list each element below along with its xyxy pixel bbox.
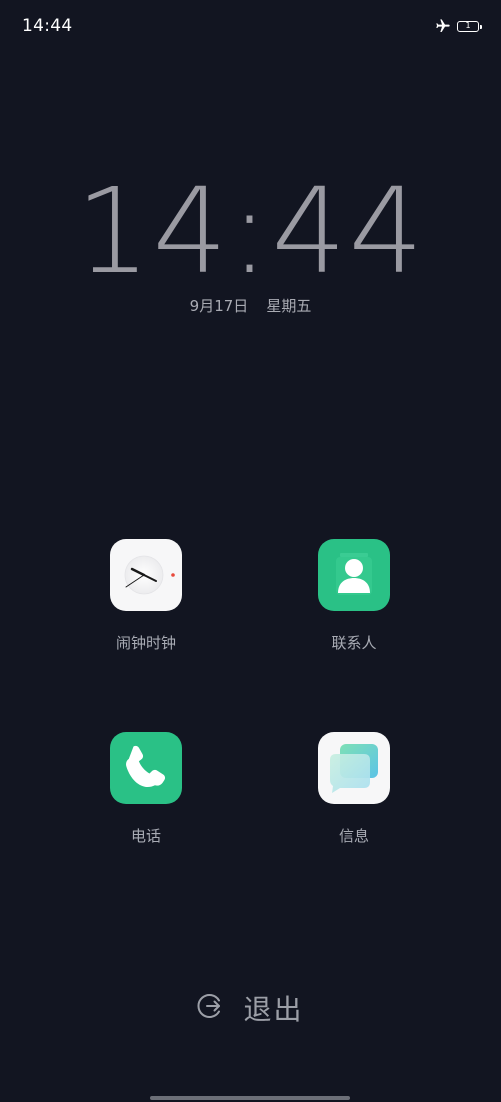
app-label: 信息 bbox=[338, 827, 369, 845]
exit-icon bbox=[197, 992, 225, 1024]
battery-level: 1 bbox=[465, 21, 471, 30]
exit-label: 退出 bbox=[243, 993, 304, 1026]
phone-icon bbox=[110, 732, 182, 804]
app-contacts[interactable]: 联系人 bbox=[284, 539, 424, 653]
app-alarm-clock[interactable]: 闹钟时钟 bbox=[76, 539, 216, 653]
app-messages[interactable]: 信息 bbox=[284, 732, 424, 846]
weekday-text: 星期五 bbox=[266, 297, 312, 315]
app-label: 联系人 bbox=[331, 634, 377, 652]
status-bar: 14:44 1 bbox=[0, 0, 501, 54]
lockscreen-clock: 14:44 bbox=[75, 162, 426, 300]
app-label: 闹钟时钟 bbox=[115, 634, 176, 652]
exit-button[interactable]: 退出 bbox=[0, 988, 501, 1028]
app-phone[interactable]: 电话 bbox=[76, 732, 216, 846]
battery-icon: 1 bbox=[457, 20, 482, 32]
messages-icon bbox=[318, 732, 390, 804]
home-indicator[interactable] bbox=[150, 1096, 350, 1100]
lockscreen-date: 9月17日 星期五 bbox=[0, 295, 501, 316]
contacts-icon bbox=[318, 539, 390, 611]
app-label: 电话 bbox=[130, 827, 161, 845]
status-indicators: 1 bbox=[435, 18, 482, 34]
date-text: 9月17日 bbox=[189, 297, 249, 315]
status-time: 14:44 bbox=[22, 16, 73, 36]
airplane-mode-icon bbox=[435, 18, 451, 34]
alarm-clock-icon bbox=[110, 539, 182, 611]
